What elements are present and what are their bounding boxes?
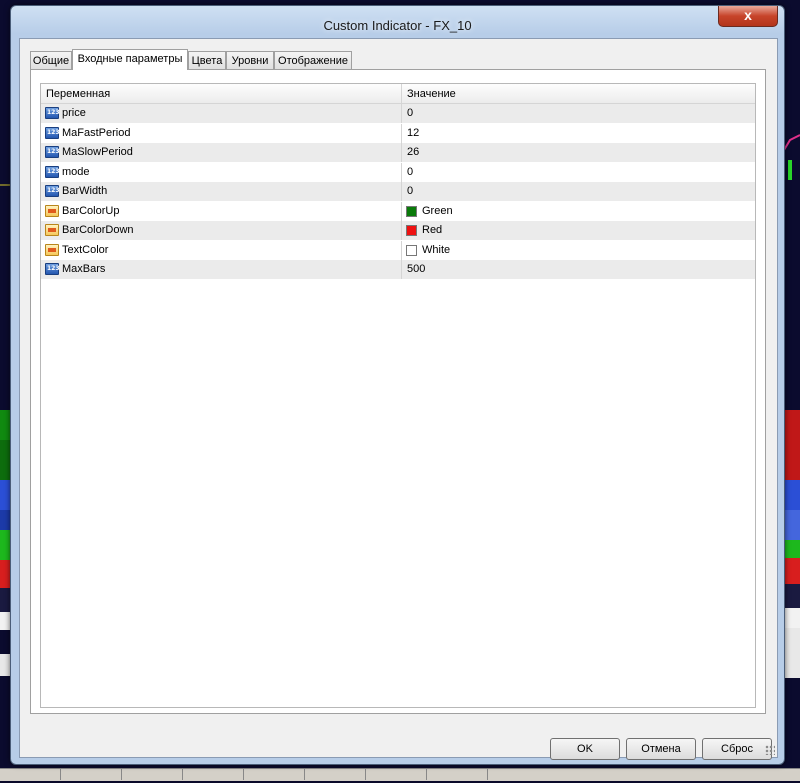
terminal-bottom-tabs: [0, 768, 800, 781]
reset-button[interactable]: Сброс: [702, 738, 772, 760]
param-row[interactable]: MaxBars 500: [41, 260, 755, 280]
param-value: 26: [407, 146, 420, 158]
param-row[interactable]: MaFastPeriod 12: [41, 123, 755, 143]
param-name: BarColorDown: [62, 224, 134, 236]
param-name-cell: BarColorUp: [41, 201, 402, 221]
integer-param-icon: [45, 185, 60, 197]
close-button[interactable]: x: [718, 6, 778, 27]
window-title: Custom Indicator - FX_10: [323, 18, 472, 33]
column-header-variable[interactable]: Переменная: [41, 84, 402, 103]
param-name: price: [62, 107, 86, 119]
integer-param-icon: [45, 146, 60, 158]
param-name-cell: BarWidth: [41, 182, 402, 201]
param-name-cell: MaSlowPeriod: [41, 143, 402, 162]
color-param-icon: [45, 204, 59, 217]
title-bar[interactable]: Custom Indicator - FX_10 x: [11, 6, 784, 38]
custom-indicator-dialog: Custom Indicator - FX_10 x Общие Входные…: [10, 5, 785, 765]
param-name: TextColor: [62, 243, 109, 256]
integer-param-icon: [45, 107, 60, 119]
param-name-cell: price: [41, 104, 402, 123]
param-name-cell: MaFastPeriod: [41, 123, 402, 143]
cancel-button[interactable]: Отмена: [626, 738, 696, 760]
tab-input-parameters[interactable]: Входные параметры: [72, 49, 188, 70]
resize-grip[interactable]: [765, 745, 775, 755]
param-value: Red: [422, 224, 443, 236]
color-swatch: [406, 225, 417, 236]
param-name: mode: [62, 165, 90, 178]
color-swatch: [406, 205, 417, 217]
color-param-icon: [45, 224, 59, 236]
param-name: MaFastPeriod: [62, 126, 131, 139]
param-row[interactable]: TextColor White: [41, 240, 755, 260]
param-name: BarWidth: [62, 185, 108, 197]
integer-param-icon: [45, 263, 60, 275]
tab-visualization[interactable]: Отображение: [274, 51, 352, 69]
tab-panel: Переменная Значение price 0 MaFastPeriod 12…: [30, 69, 766, 714]
column-header-value[interactable]: Значение: [402, 84, 760, 103]
param-name: MaSlowPeriod: [62, 146, 133, 158]
integer-param-icon: [45, 165, 60, 178]
param-value: 0: [407, 165, 414, 178]
tab-general[interactable]: Общие: [30, 51, 72, 69]
param-name-cell: TextColor: [41, 240, 402, 260]
param-row[interactable]: MaSlowPeriod 26: [41, 143, 755, 163]
ok-button[interactable]: OK: [550, 738, 620, 760]
param-row[interactable]: price 0: [41, 104, 755, 124]
param-row[interactable]: BarColorDown Red: [41, 221, 755, 241]
param-row[interactable]: BarWidth 0: [41, 182, 755, 202]
tab-levels[interactable]: Уровни: [226, 51, 274, 69]
color-swatch: [406, 244, 417, 256]
param-name-cell: BarColorDown: [41, 221, 402, 240]
param-row[interactable]: mode 0: [41, 162, 755, 182]
parameters-grid: Переменная Значение price 0 MaFastPeriod 12…: [40, 83, 756, 708]
param-value: Green: [422, 204, 453, 217]
param-row[interactable]: BarColorUp Green: [41, 201, 755, 221]
param-value: 0: [407, 185, 414, 197]
color-param-icon: [45, 243, 59, 256]
param-name: MaxBars: [62, 263, 106, 275]
integer-param-icon: [45, 126, 60, 139]
param-value: 0: [407, 107, 414, 119]
param-name: BarColorUp: [62, 204, 120, 217]
tab-colors[interactable]: Цвета: [188, 51, 226, 69]
param-value: 12: [407, 126, 420, 139]
param-name-cell: MaxBars: [41, 260, 402, 279]
param-value: White: [422, 243, 451, 256]
param-name-cell: mode: [41, 162, 402, 182]
dialog-client-area: Общие Входные параметры Цвета Уровни Ото…: [19, 38, 778, 760]
grid-header: Переменная Значение: [41, 84, 755, 104]
param-value: 500: [407, 263, 426, 275]
